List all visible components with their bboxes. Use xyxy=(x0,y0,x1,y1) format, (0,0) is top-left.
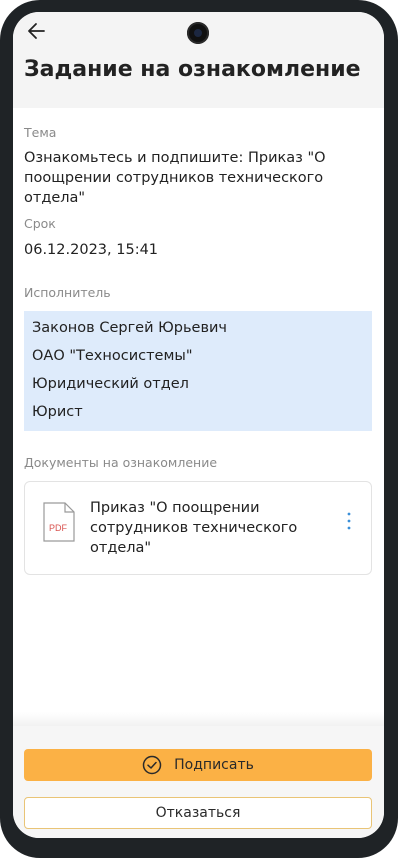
document-card[interactable]: PDF Приказ "О поощрении сотрудников техн… xyxy=(24,481,372,575)
documents-label: Документы на ознакомление xyxy=(24,455,218,470)
sign-button[interactable]: Подписать xyxy=(24,749,372,781)
decline-button[interactable]: Отказаться xyxy=(24,797,372,829)
topic-label: Тема xyxy=(24,125,57,140)
action-bar: Подписать Отказаться xyxy=(13,726,384,838)
device-frame: Задание на ознакомление Тема Ознакомьтес… xyxy=(0,0,398,858)
executor-info: Законов Сергей Юрьевич ОАО "Техносистемы… xyxy=(24,311,372,431)
executor-name: Законов Сергей Юрьевич xyxy=(32,320,227,336)
executor-position: Юрист xyxy=(32,404,83,420)
footer-shadow xyxy=(13,712,384,726)
executor-company: ОАО "Техносистемы" xyxy=(32,348,193,364)
back-button[interactable] xyxy=(23,18,53,48)
front-camera xyxy=(187,22,209,44)
screen: Задание на ознакомление Тема Ознакомьтес… xyxy=(13,12,384,838)
power-button xyxy=(394,312,398,364)
arrow-left-icon xyxy=(28,23,45,39)
deadline-value: 06.12.2023, 15:41 xyxy=(24,242,159,258)
sign-button-label: Подписать xyxy=(174,757,254,773)
check-circle-icon xyxy=(142,755,162,775)
page-title: Задание на ознакомление xyxy=(24,57,361,82)
decline-button-label: Отказаться xyxy=(155,805,241,821)
document-name: Приказ "О поощрении сотрудников техничес… xyxy=(90,500,298,556)
executor-label: Исполнитель xyxy=(24,285,111,300)
pdf-file-icon: PDF xyxy=(43,502,75,542)
pdf-badge: PDF xyxy=(49,523,68,533)
topic-value: Ознакомьтесь и подпишите: Приказ "О поощ… xyxy=(24,150,326,206)
executor-department: Юридический отдел xyxy=(32,376,189,392)
document-menu-button[interactable] xyxy=(341,510,357,532)
more-vertical-icon xyxy=(347,512,351,530)
deadline-label: Срок xyxy=(24,216,56,231)
volume-button xyxy=(394,165,398,265)
